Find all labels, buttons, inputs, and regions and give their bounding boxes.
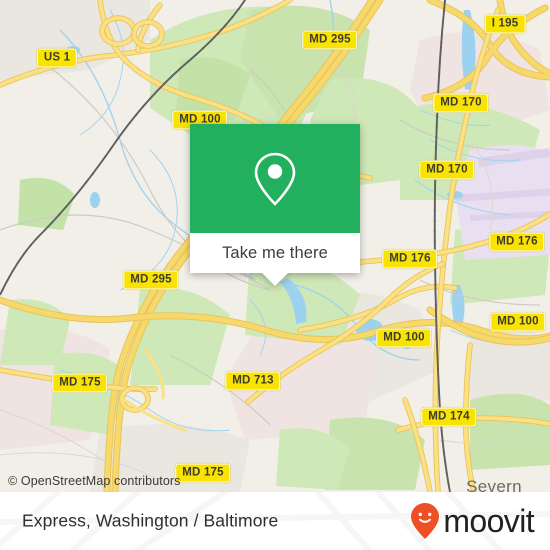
road-shield: MD 176	[382, 249, 438, 269]
moovit-logo[interactable]: moovit	[410, 502, 535, 540]
card-cta-area[interactable]: Take me there	[190, 233, 360, 286]
road-shield: MD 170	[433, 93, 489, 113]
destination-card[interactable]: Take me there	[190, 124, 360, 286]
road-shield: MD 174	[421, 407, 477, 427]
road-shield: MD 295	[302, 30, 358, 50]
road-shield: US 1	[36, 48, 78, 68]
location-pin-icon	[254, 152, 296, 206]
place-label: Severn	[466, 477, 522, 492]
moovit-smiley-pin-icon	[411, 503, 440, 539]
road-shield: MD 175	[52, 373, 108, 393]
page-title: Express, Washington / Baltimore	[22, 510, 279, 531]
road-shield: MD 175	[175, 463, 231, 483]
card-icon-area	[190, 124, 360, 233]
road-shield: MD 170	[419, 160, 475, 180]
road-shield: I 195	[484, 14, 526, 34]
road-shield: MD 295	[123, 270, 179, 290]
take-me-there-label: Take me there	[222, 243, 328, 262]
card-pointer-tail	[262, 273, 288, 286]
road-shield: MD 176	[489, 232, 545, 252]
road-shield: MD 713	[225, 371, 281, 391]
osm-attribution[interactable]: © OpenStreetMap contributors	[8, 474, 181, 488]
footer-bar: Express, Washington / Baltimore moovit	[0, 492, 550, 550]
road-shield: MD 100	[376, 328, 432, 348]
road-shield: MD 100	[490, 312, 546, 332]
map-screenshot: .land{fill:#f2efe9} .resid{fill:#eae6e0}…	[0, 0, 550, 550]
moovit-wordmark: moovit	[443, 503, 534, 539]
